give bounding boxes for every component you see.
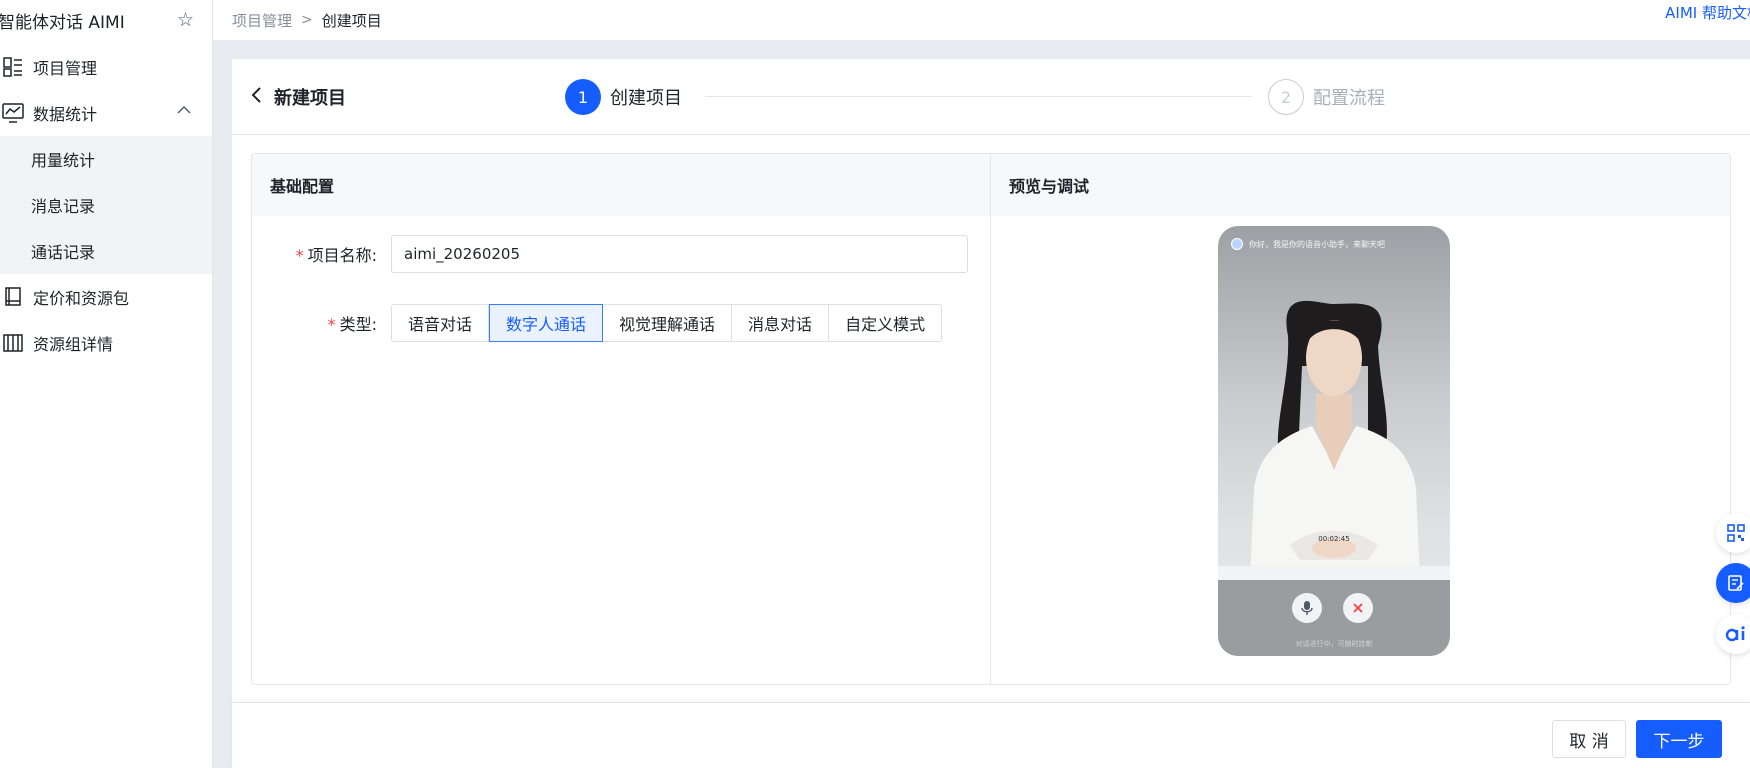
next-step-button[interactable]: 下一步 [1636,720,1722,758]
step-label: 配置流程 [1313,88,1385,109]
footer-bar: 取 消 下一步 [232,702,1750,768]
star-icon[interactable]: ☆ [177,9,194,31]
app-title: 智能体对话 AIMI [0,12,125,33]
breadcrumb-parent[interactable]: 项目管理 [232,10,292,31]
edit-note-icon [1728,575,1744,591]
sidebar-item-message-records[interactable]: 消息记录 [0,182,212,228]
type-option-voice[interactable]: 语音对话 [391,304,490,342]
step-label: 创建项目 [610,88,682,109]
feedback-button[interactable] [1716,563,1750,603]
microphone-button[interactable] [1292,593,1322,623]
chart-icon [2,102,24,124]
preview-pane: 预览与调试 你好，我是你的语音小助手，来聊天吧 00:02:45 对话进行中，可… [991,154,1730,684]
basic-config-pane: 基础配置 *项目名称: *类型: 语音对话 数字人通话 视觉理解通话 消息对话 … [252,154,991,684]
pricing-icon [2,286,24,308]
sidebar-item-resource-group[interactable]: 资源组详情 [0,320,212,366]
microphone-icon [1301,601,1313,615]
qr-code-button[interactable] [1716,513,1750,553]
step-number: 1 [565,79,601,115]
sidebar-item-call-records[interactable]: 通话记录 [0,228,212,274]
back-button[interactable]: 新建项目 [250,84,346,110]
project-name-input[interactable] [391,235,968,273]
call-note: 对话进行中，可随时挂断 [1295,640,1373,648]
call-timer: 00:02:45 [1318,535,1350,543]
type-radio-group: 语音对话 数字人通话 视觉理解通话 消息对话 自定义模式 [391,304,943,342]
sidebar-header: 智能体对话 AIMI ☆ [0,0,212,40]
project-name-row: * 项目名称: [292,235,968,273]
step-connector [705,96,1252,97]
sidebar: 智能体对话 AIMI ☆ 项目管理 数据统计 用量统计 消息记录 通话记录 定价… [0,0,213,768]
page-title: 新建项目 [274,88,346,109]
breadcrumb-separator: > [301,12,313,28]
create-project-card: 新建项目 1 创建项目 2 配置流程 基础配置 *项目名称: *类型: 语音对话… [232,59,1750,708]
hangup-button[interactable] [1343,593,1373,623]
config-panel: 基础配置 *项目名称: *类型: 语音对话 数字人通话 视觉理解通话 消息对话 … [251,153,1731,685]
preview-title: 预览与调试 [991,154,1730,216]
type-option-digital-human[interactable]: 数字人通话 [489,304,604,342]
chevron-up-icon [176,102,192,122]
sidebar-menu: 项目管理 数据统计 用量统计 消息记录 通话记录 定价和资源包 资源组详情 [0,44,212,366]
step-2: 2 配置流程 [1268,79,1385,115]
sidebar-item-label: 通话记录 [31,243,96,262]
sidebar-item-label: 资源组详情 [33,335,114,354]
type-option-custom[interactable]: 自定义模式 [829,304,943,342]
cancel-button[interactable]: 取 消 [1552,720,1626,758]
required-asterisk: * [327,315,336,334]
card-header: 新建项目 1 创建项目 2 配置流程 [232,59,1750,135]
ai-assistant-button[interactable] [1716,614,1750,654]
type-option-message[interactable]: 消息对话 [732,304,830,342]
sidebar-item-label: 项目管理 [33,59,98,78]
sidebar-item-label: 数据统计 [33,105,98,124]
sidebar-item-label: 用量统计 [31,151,96,170]
breadcrumb-current: 创建项目 [321,11,382,30]
chevron-left-icon [250,85,264,109]
sidebar-item-label: 消息记录 [31,197,96,216]
breadcrumb: 项目管理 > 创建项目 [232,10,382,31]
resource-group-icon [2,332,24,354]
submenu-data-statistics: 用量统计 消息记录 通话记录 [0,136,212,274]
phone-preview: 你好，我是你的语音小助手，来聊天吧 00:02:45 对话进行中，可随时挂断 [1218,226,1450,656]
desk-surface [1218,566,1450,580]
sidebar-item-usage-stats[interactable]: 用量统计 [0,136,212,182]
sidebar-item-label: 定价和资源包 [33,289,130,308]
required-asterisk: * [295,246,304,265]
ai-icon [1725,626,1745,642]
step-1: 1 创建项目 [565,79,682,115]
type-row: * 类型: 语音对话 数字人通话 视觉理解通话 消息对话 自定义模式 [292,304,943,342]
sidebar-item-data-statistics[interactable]: 数据统计 [0,90,212,136]
digital-human-figure [1250,300,1420,580]
type-label: * 类型: [327,315,377,334]
project-icon [2,56,24,78]
basic-config-title: 基础配置 [252,154,990,216]
sidebar-item-project-management[interactable]: 项目管理 [0,44,212,90]
type-option-visual[interactable]: 视觉理解通话 [603,304,733,342]
help-doc-link[interactable]: AIMI 帮助文档 [1665,2,1750,23]
qr-code-icon [1727,524,1745,542]
project-name-label: * 项目名称: [295,246,377,265]
close-icon [1353,603,1363,613]
sidebar-item-pricing[interactable]: 定价和资源包 [0,274,212,320]
step-number: 2 [1268,79,1304,115]
topbar: 项目管理 > 创建项目 AIMI 帮助文档 [213,0,1750,40]
